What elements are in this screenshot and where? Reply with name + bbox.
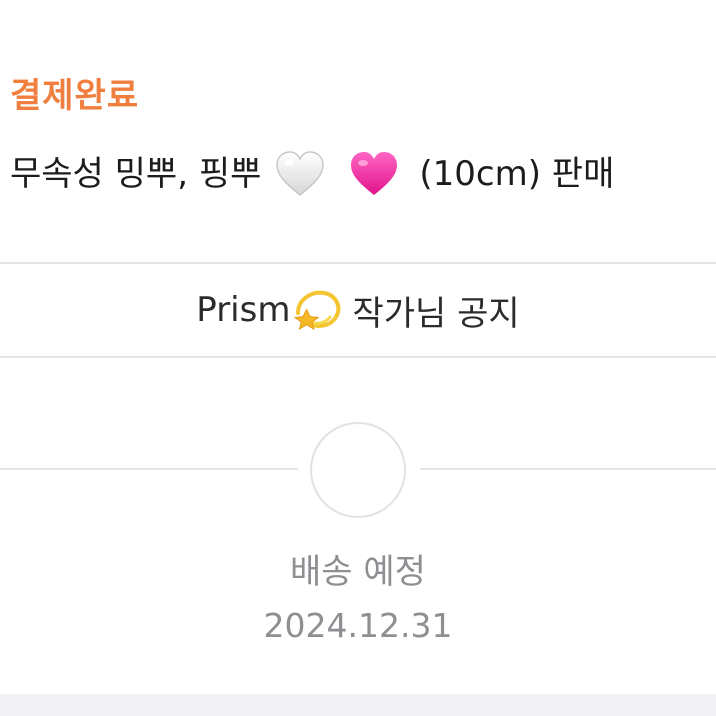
notice-artist-name: Prism [196,290,291,330]
product-title-size-text: (10cm) 판매 [419,154,615,194]
timeline-line-left [0,468,298,470]
order-status-label: 결제완료 [10,76,140,116]
timeline-line-right [420,468,716,470]
dizzy-icon [294,290,341,331]
white-heart-icon [276,151,325,196]
timeline-status-circle [310,422,406,518]
artist-notice-link[interactable]: Prism 작가님 공지 [0,264,716,356]
divider [0,356,716,358]
bottom-section-background [0,694,716,716]
product-title[interactable]: 무속성 밍뿌, 핑뿌 (10cm) 판매 [10,144,614,204]
notice-suffix: 작가님 공지 [352,293,520,334]
product-title-text: 무속성 밍뿌, 핑뿌 [10,154,262,194]
delivery-date: 2024.12.31 [263,606,453,645]
pink-heart-icon [351,152,398,195]
delivery-label: 배송 예정 [290,552,426,592]
